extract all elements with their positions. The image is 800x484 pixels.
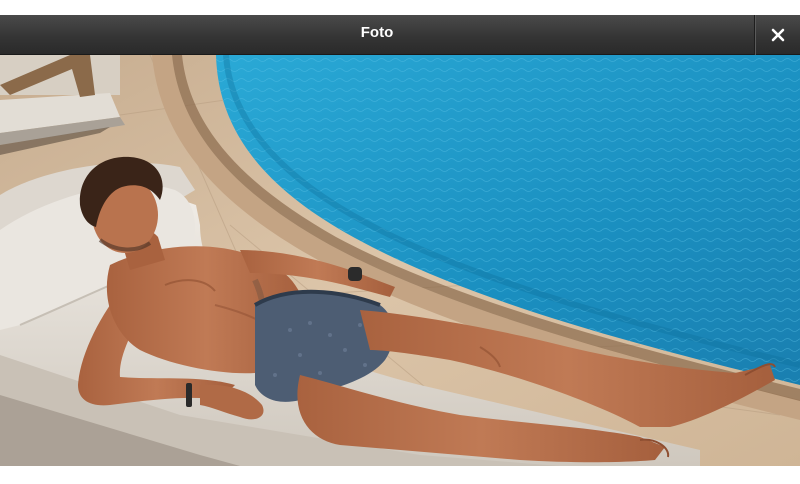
- lightbox-header: Foto: [0, 15, 800, 55]
- bottom-margin: [0, 466, 800, 484]
- photo-image: [0, 55, 800, 466]
- lightbox-photo[interactable]: [0, 55, 800, 466]
- top-margin: [0, 0, 800, 15]
- close-icon: [771, 28, 784, 42]
- lightbox-title: Foto: [360, 24, 394, 41]
- close-button[interactable]: [754, 15, 800, 55]
